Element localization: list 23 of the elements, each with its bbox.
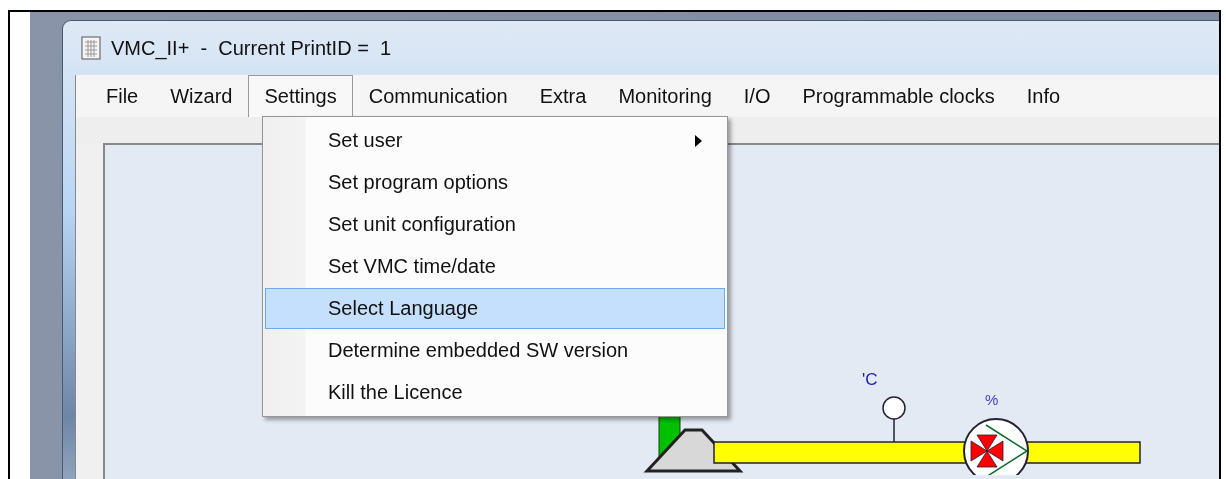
menu-item[interactable]: Communication	[352, 75, 524, 117]
menu-item[interactable]: Settings	[248, 75, 353, 117]
menu-option[interactable]: Set program options	[265, 162, 725, 203]
document-icon	[81, 36, 101, 60]
sensor-icon	[882, 396, 906, 443]
menu-option[interactable]: Kill the Licence	[265, 372, 725, 413]
menu-item[interactable]: Extra	[523, 75, 603, 117]
fan-icon	[963, 418, 1029, 475]
menu-item[interactable]: File	[90, 75, 155, 117]
window-title: VMC_II+ - Current PrintID = 1	[111, 36, 392, 60]
menu-item[interactable]: Monitoring	[602, 75, 728, 117]
menu-item[interactable]: I/O	[727, 75, 787, 117]
menu-option[interactable]: Set VMC time/date	[265, 246, 725, 287]
temperature-unit: 'C	[862, 370, 878, 389]
submenu-arrow-icon	[695, 134, 702, 147]
menu-option[interactable]: Select Language	[265, 288, 725, 329]
menu-option[interactable]: Set unit configuration	[265, 204, 725, 245]
menu-item[interactable]: Info	[1010, 75, 1077, 117]
menu-item[interactable]: Programmable clocks	[786, 75, 1011, 117]
menu-option[interactable]: Determine embedded SW version	[265, 330, 725, 371]
menu-item[interactable]: Wizard	[154, 75, 249, 117]
menu-option[interactable]: Set user	[265, 120, 725, 161]
fan-unit: %	[985, 391, 999, 408]
